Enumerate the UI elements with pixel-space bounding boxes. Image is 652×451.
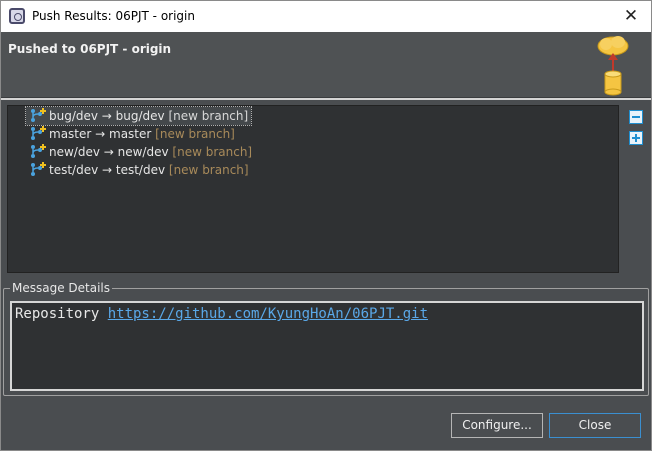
row-status: [new branch] [172, 145, 253, 159]
tree-row-test-dev[interactable]: test/dev → test/dev [new branch] [26, 161, 252, 179]
tree-row-master[interactable]: master → master [new branch] [26, 125, 238, 143]
row-ref: new/dev → new/dev [49, 145, 169, 159]
repository-link[interactable]: https://github.com/KyungHoAn/06PJT.git [108, 306, 428, 322]
tree-row-bug-dev[interactable]: bug/dev → bug/dev [new branch] [24, 106, 253, 126]
eclipse-app-icon [9, 8, 25, 24]
banner-separator [1, 98, 651, 100]
banner-title: Pushed to 06PJT - origin [8, 42, 172, 56]
close-window-button[interactable]: ✕ [619, 4, 643, 28]
row-ref: bug/dev → bug/dev [49, 109, 165, 123]
close-button[interactable]: Close [549, 413, 641, 438]
new-branch-icon [31, 144, 46, 158]
row-status: [new branch] [168, 163, 249, 177]
row-status: [new branch] [168, 109, 249, 123]
new-branch-icon [31, 162, 46, 176]
push-results-dialog: Push Results: 06PJT - origin ✕ Pushed to… [0, 0, 652, 451]
message-line: Repository https://github.com/KyungHoAn/… [15, 306, 428, 322]
message-details-label: Message Details [10, 281, 113, 295]
push-to-repository-icon [597, 36, 629, 96]
tree-row-new-dev[interactable]: new/dev → new/dev [new branch] [26, 143, 255, 161]
collapse-all-icon [632, 116, 640, 118]
row-ref: test/dev → test/dev [49, 163, 166, 177]
title-bar: Push Results: 06PJT - origin ✕ [1, 1, 651, 32]
window-title: Push Results: 06PJT - origin [32, 9, 195, 23]
dialog-banner: Pushed to 06PJT - origin [1, 32, 651, 98]
new-branch-icon [31, 126, 46, 140]
collapse-all-button[interactable] [629, 110, 643, 124]
message-details-text[interactable]: Repository https://github.com/KyungHoAn/… [10, 301, 644, 391]
message-prefix: Repository [15, 306, 108, 322]
row-ref: master → master [49, 127, 152, 141]
expand-all-button[interactable] [629, 131, 643, 145]
configure-button[interactable]: Configure... [451, 413, 543, 438]
push-results-tree[interactable]: bug/dev → bug/dev [new branch] master → … [7, 105, 619, 273]
row-status: [new branch] [155, 127, 235, 141]
new-branch-icon [31, 108, 46, 122]
expand-all-icon-vertical [635, 134, 637, 142]
